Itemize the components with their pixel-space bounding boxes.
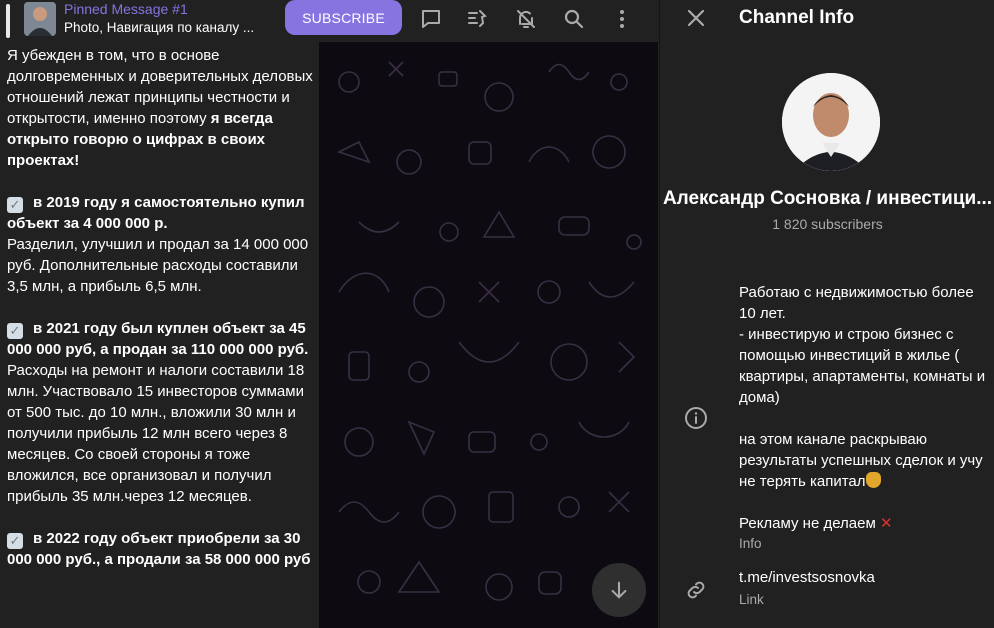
check-mark-icon: ✓ — [7, 197, 23, 213]
subscriber-count: 1 820 subscribers — [772, 216, 883, 232]
close-button[interactable] — [683, 5, 709, 31]
pinned-message-title[interactable]: Pinned Message #1 — [64, 1, 188, 17]
check-mark-icon: ✓ — [7, 323, 23, 339]
message-intro: Я убежден в том, что в основе долговреме… — [7, 47, 313, 169]
pinned-indicator — [6, 4, 10, 38]
message-bubble: Я убежден в том, что в основе долговреме… — [0, 42, 319, 628]
channel-avatar[interactable] — [782, 73, 880, 171]
close-icon — [687, 9, 705, 27]
link-label: Link — [739, 592, 764, 607]
message-block-2022: ✓ в 2022 году объект приобрели за 30 000 … — [7, 530, 311, 568]
link-icon — [684, 578, 708, 602]
check-mark-icon: ✓ — [7, 533, 23, 549]
more-options-icon[interactable] — [608, 6, 636, 32]
message-block-2019: ✓ в 2019 году я самостоятельно купил объе… — [7, 194, 309, 295]
channel-name: Александр Сосновка / инвестици... — [662, 188, 993, 209]
channel-description[interactable]: Работаю с недвижимостью более 10 лет. - … — [739, 282, 989, 534]
info-icon — [684, 406, 708, 430]
arrow-down-icon — [611, 581, 627, 599]
chat-topbar: Pinned Message #1 Photo, Навигация по ка… — [0, 0, 658, 42]
panel-title: Channel Info — [739, 7, 855, 28]
money-bag-icon — [865, 472, 881, 488]
pinned-thumbnail[interactable] — [24, 2, 56, 36]
info-label: Info — [739, 536, 762, 551]
boost-icon[interactable] — [463, 6, 491, 32]
channel-link[interactable]: t.me/investsosnovka — [739, 569, 875, 586]
pinned-message-subtitle[interactable]: Photo, Навигация по каналу ... — [64, 20, 254, 35]
search-icon[interactable] — [560, 6, 588, 32]
message-block-2021: ✓ в 2021 году был куплен объект за 45 000… — [7, 320, 309, 505]
red-cross-icon: ✕ — [879, 515, 893, 532]
comments-icon[interactable] — [417, 6, 445, 32]
subscribe-button[interactable]: SUBSCRIBE — [285, 0, 402, 35]
scroll-down-button[interactable] — [592, 563, 646, 617]
channel-info-panel: Channel Info Александр Сосновка / инвест… — [659, 0, 994, 628]
mute-bell-icon[interactable] — [512, 6, 540, 32]
chat-wallpaper — [319, 42, 658, 628]
